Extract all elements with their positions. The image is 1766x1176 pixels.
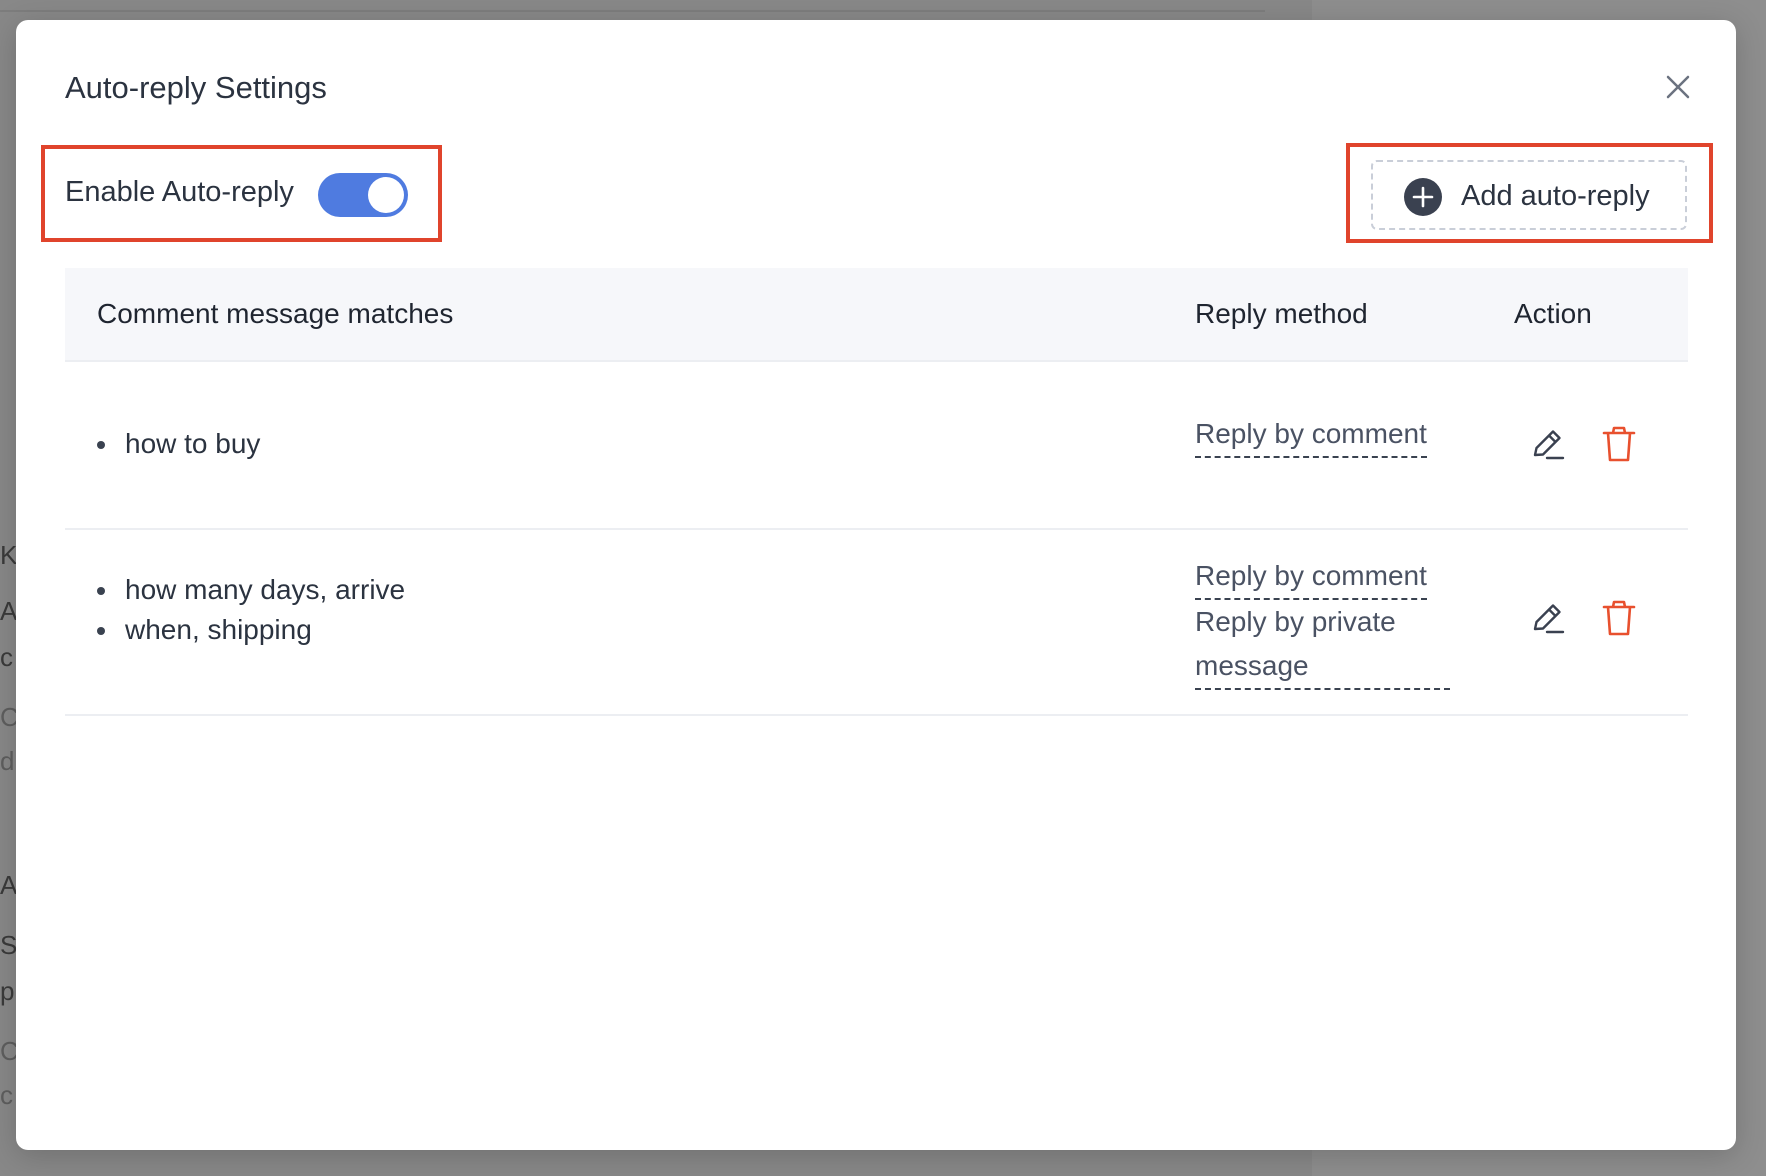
delete-button[interactable] <box>1600 424 1638 464</box>
match-keyword: when, shipping <box>97 610 405 650</box>
close-button[interactable] <box>1660 69 1696 105</box>
add-auto-reply-label: Add auto-reply <box>1461 180 1650 212</box>
background-text: A <box>0 870 18 900</box>
match-keyword: how to buy <box>97 424 260 464</box>
auto-reply-settings-modal: Auto-reply Settings Enable Auto-reply Ad… <box>16 20 1736 1150</box>
background-text: K <box>0 540 18 570</box>
close-icon <box>1666 75 1690 99</box>
table-header: Comment message matches Reply method Act… <box>65 268 1688 362</box>
background-text: c <box>0 642 13 672</box>
edit-icon <box>1533 604 1565 634</box>
background-text: S <box>0 930 18 960</box>
edit-button[interactable] <box>1529 598 1567 638</box>
reply-methods: Reply by comment <box>1195 412 1427 458</box>
background-text: p <box>0 976 15 1006</box>
column-header-action: Action <box>1514 298 1592 329</box>
table-row: how to buy Reply by comment <box>65 362 1688 530</box>
reply-method-link[interactable]: Reply by private message <box>1195 600 1450 690</box>
table-row: how many days, arrive when, shipping Rep… <box>65 530 1688 716</box>
modal-title: Auto-reply Settings <box>65 70 327 105</box>
background-divider <box>0 10 1265 12</box>
column-header-matches: Comment message matches <box>97 298 454 329</box>
column-header-method: Reply method <box>1195 298 1368 329</box>
edit-icon <box>1533 430 1565 460</box>
background-text: A <box>0 596 18 626</box>
enable-auto-reply-label: Enable Auto-reply <box>65 176 294 208</box>
match-list: how many days, arrive when, shipping <box>97 570 405 650</box>
trash-icon <box>1602 600 1636 636</box>
match-keyword: how many days, arrive <box>97 570 405 610</box>
plus-circle-icon <box>1404 178 1442 216</box>
toggle-knob <box>368 177 404 213</box>
enable-auto-reply-toggle[interactable] <box>318 173 408 217</box>
reply-method-link[interactable]: Reply by comment <box>1195 412 1427 458</box>
background-text: c <box>0 1080 13 1110</box>
delete-button[interactable] <box>1600 598 1638 638</box>
add-auto-reply-button[interactable]: Add auto-reply <box>1371 160 1687 230</box>
edit-button[interactable] <box>1529 424 1567 464</box>
match-list: how to buy <box>97 424 260 464</box>
reply-methods: Reply by comment Reply by private messag… <box>1195 554 1450 690</box>
trash-icon <box>1602 426 1636 462</box>
background-text: d <box>0 746 15 776</box>
reply-method-link[interactable]: Reply by comment <box>1195 554 1427 600</box>
